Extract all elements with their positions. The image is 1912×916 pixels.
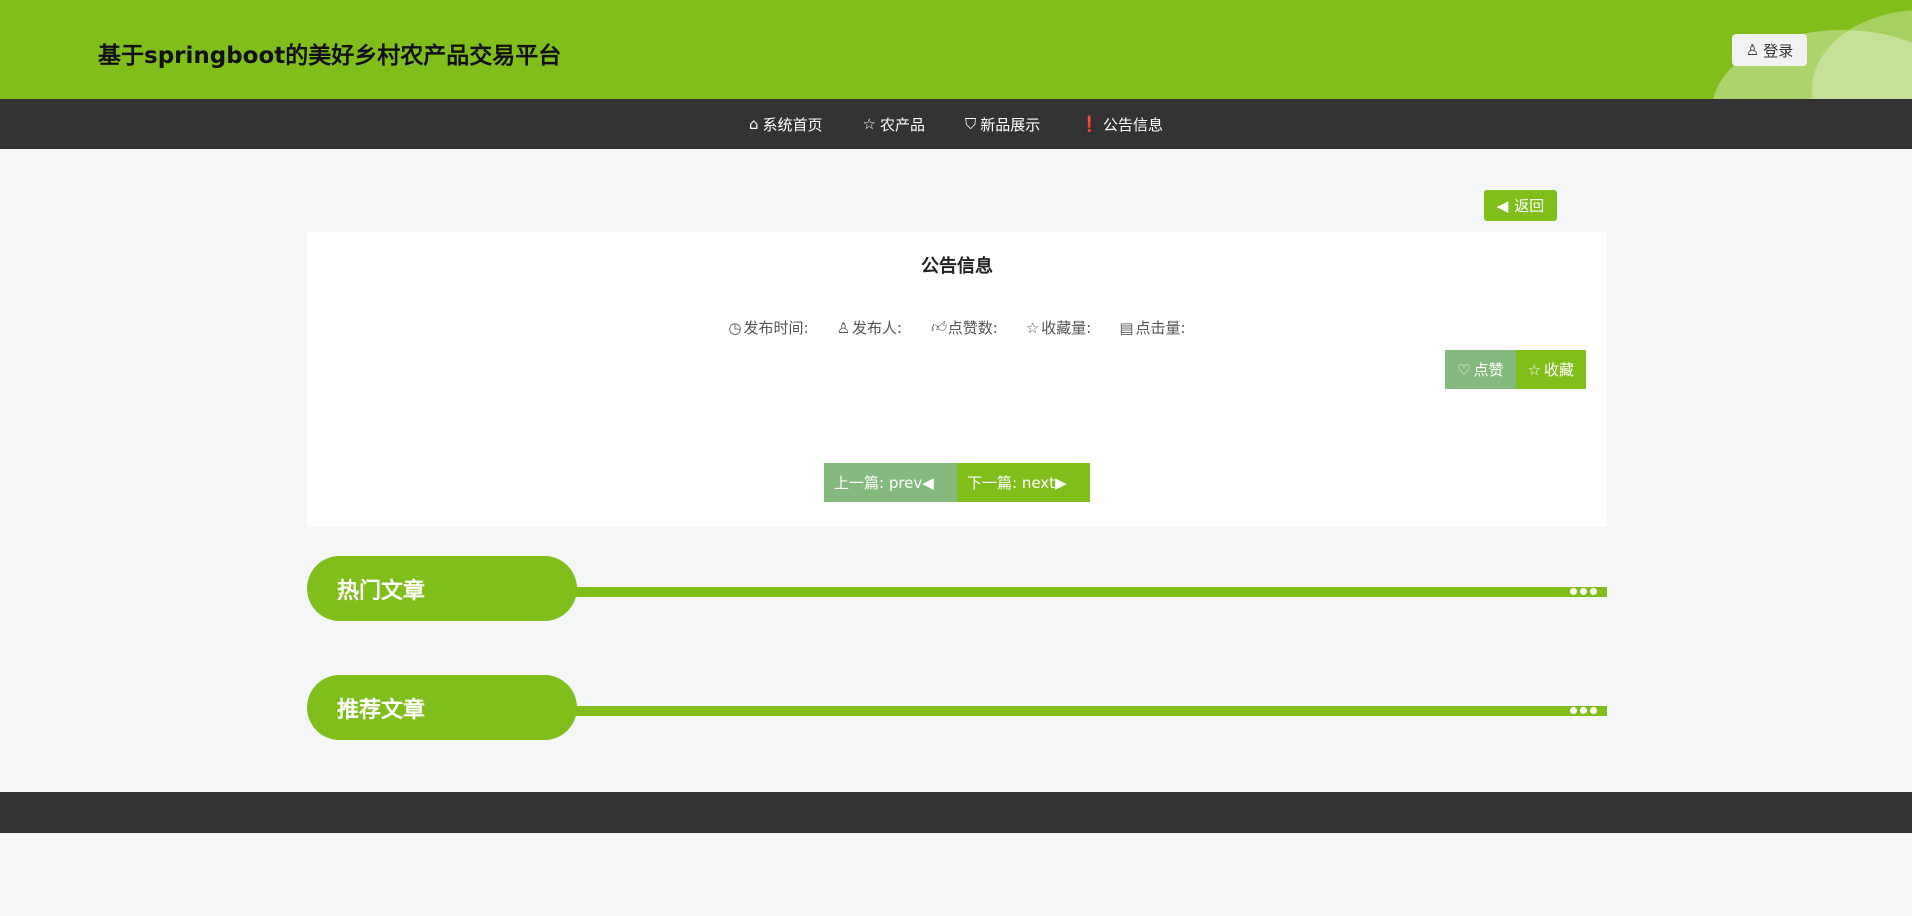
thumbs-up-icon: 👍︎	[930, 318, 946, 336]
nav-item-products[interactable]: ☆ 农产品	[863, 114, 925, 135]
meta-label: 发布时间:	[743, 319, 809, 337]
section-divider	[572, 587, 1607, 597]
meta-label: 点赞数:	[947, 319, 998, 337]
back-label: 返回	[1514, 197, 1545, 215]
meta-label: 发布人:	[852, 319, 903, 337]
home-icon: ⌂	[749, 115, 759, 133]
article-pager: 上一篇: prev ◀ 下一篇: next ▶	[824, 463, 1090, 502]
section-title: 热门文章	[307, 556, 577, 621]
nav-item-home[interactable]: ⌂ 系统首页	[749, 114, 823, 135]
section-title: 推荐文章	[307, 675, 577, 740]
back-button[interactable]: ◀ 返回	[1484, 190, 1557, 221]
header-decoration	[1812, 10, 1912, 99]
more-dots-icon[interactable]	[1570, 707, 1597, 714]
meta-publisher: ♙ 发布人:	[837, 317, 903, 338]
nav-label: 系统首页	[762, 115, 823, 134]
hot-articles-section: 热门文章	[307, 556, 1607, 621]
next-article-button[interactable]: 下一篇: next ▶	[957, 463, 1090, 502]
favorite-button[interactable]: ☆ 收藏	[1515, 350, 1586, 389]
meta-clicks: ▤ 点击量:	[1119, 317, 1185, 338]
prev-article-button[interactable]: 上一篇: prev ◀	[824, 463, 957, 502]
caret-right-icon: ▶	[1055, 473, 1067, 492]
main-nav: ⌂ 系统首页 ☆ 农产品 ⛉ 新品展示 ❗ 公告信息	[0, 99, 1912, 149]
star-icon: ☆	[1527, 360, 1541, 379]
article-actions: ♡ 点赞 ☆ 收藏	[1445, 350, 1586, 389]
article-card: 公告信息 ◷ 发布时间: ♙ 发布人: 👍︎ 点赞数: ☆ 收藏量: ▤ 点击量: ♡ 点赞…	[307, 232, 1607, 527]
nav-item-new-products[interactable]: ⛉ 新品展示	[965, 114, 1040, 135]
article-meta: ◷ 发布时间: ♙ 发布人: 👍︎ 点赞数: ☆ 收藏量: ▤ 点击量:	[307, 317, 1607, 338]
nav-label: 公告信息	[1102, 115, 1163, 134]
user-icon: ♙	[1745, 41, 1760, 59]
next-label: 下一篇: next	[967, 474, 1056, 492]
prev-label: 上一篇: prev	[834, 474, 923, 492]
user-icon: ♙	[836, 318, 851, 337]
meta-likes: 👍︎ 点赞数:	[930, 317, 998, 338]
star-icon: ☆	[1025, 318, 1040, 337]
caret-left-icon: ◀	[1496, 196, 1509, 215]
recommended-articles-section: 推荐文章	[307, 675, 1607, 740]
login-button[interactable]: ♙ 登录	[1732, 34, 1807, 66]
footer	[0, 792, 1912, 833]
header: 基于springboot的美好乡村农产品交易平台 ♙ 登录	[0, 0, 1912, 99]
meta-publish-time: ◷ 发布时间:	[728, 317, 808, 338]
star-icon: ☆	[862, 115, 876, 133]
article-title: 公告信息	[921, 256, 993, 277]
more-dots-icon[interactable]	[1570, 588, 1597, 595]
login-label: 登录	[1763, 41, 1794, 60]
info-icon: ❗	[1080, 115, 1099, 133]
meta-label: 收藏量:	[1041, 319, 1092, 337]
favorite-label: 收藏	[1543, 361, 1574, 379]
meta-label: 点击量:	[1135, 319, 1186, 337]
caret-left-icon: ◀	[922, 473, 934, 492]
like-label: 点赞	[1473, 361, 1504, 379]
section-divider	[572, 706, 1607, 716]
bag-icon: ⛉	[965, 115, 977, 133]
nav-item-notices[interactable]: ❗ 公告信息	[1080, 114, 1163, 135]
heart-icon: ♡	[1457, 360, 1471, 379]
like-button[interactable]: ♡ 点赞	[1445, 350, 1516, 389]
nav-label: 新品展示	[980, 115, 1041, 134]
nav-label: 农产品	[880, 115, 926, 134]
document-icon: ▤	[1119, 318, 1134, 337]
site-title: 基于springboot的美好乡村农产品交易平台	[98, 43, 562, 69]
meta-favorites: ☆ 收藏量:	[1026, 317, 1092, 338]
clock-icon: ◷	[728, 318, 742, 337]
